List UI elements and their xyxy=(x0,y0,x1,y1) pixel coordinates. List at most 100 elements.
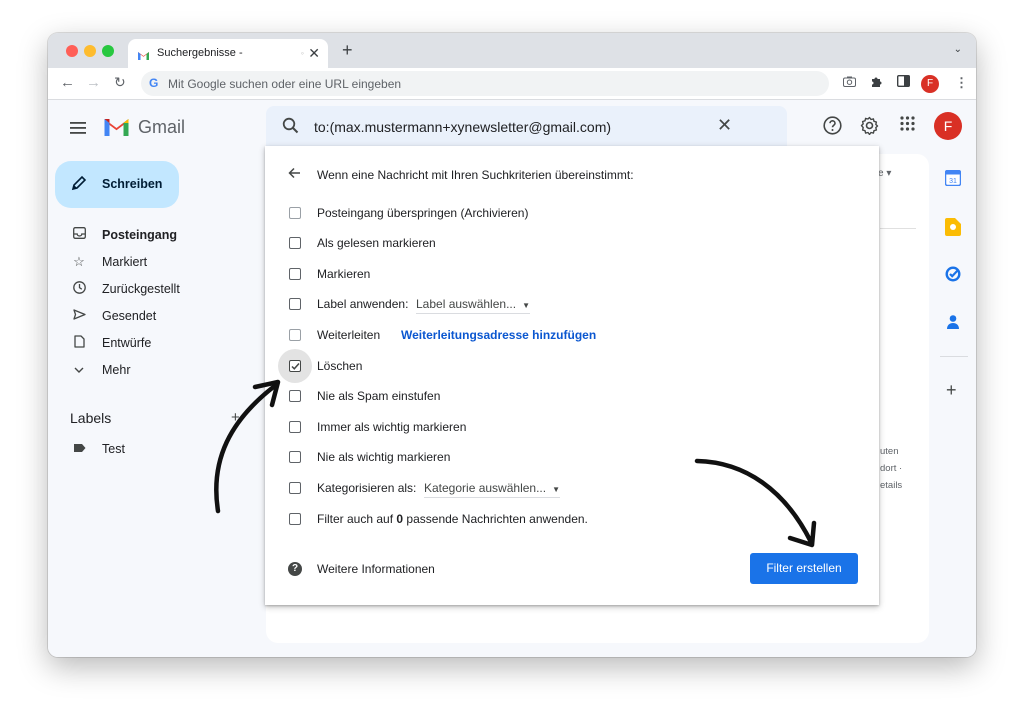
settings-gear-icon[interactable] xyxy=(860,116,879,140)
nav-item-more[interactable]: Mehr xyxy=(48,358,258,384)
tasks-icon[interactable] xyxy=(945,266,961,287)
search-input[interactable]: to:(max.mustermann+xynewsletter@gmail.co… xyxy=(314,119,611,135)
draft-icon xyxy=(71,335,87,351)
tab-close-icon[interactable]: ✕ xyxy=(308,45,320,62)
label-select[interactable]: Label auswählen... ▼ xyxy=(416,297,530,314)
nav-item-sent[interactable]: Gesendet xyxy=(48,304,258,330)
inbox-icon xyxy=(71,227,87,243)
gmail-wordmark: Gmail xyxy=(138,117,186,137)
option-always-important: Immer als wichtig markieren xyxy=(265,415,865,439)
label-item-test[interactable]: Test xyxy=(48,437,258,463)
add-addon-icon[interactable]: + xyxy=(946,381,957,399)
background-snippet: dort · xyxy=(880,463,903,474)
always-important-checkbox[interactable] xyxy=(289,421,301,433)
help-question-icon[interactable]: ? xyxy=(288,562,302,576)
option-label: Als gelesen markieren xyxy=(317,236,436,250)
mute-icon: ◦ xyxy=(300,48,304,58)
extensions-icon[interactable] xyxy=(870,75,883,91)
apply-existing-checkbox[interactable] xyxy=(289,513,301,525)
camera-icon[interactable] xyxy=(843,75,856,90)
add-forwarding-address-link[interactable]: Weiterleitungsadresse hinzufügen xyxy=(401,328,596,342)
tab-search-chevron-icon[interactable]: ⌄ xyxy=(954,44,962,55)
star-checkbox[interactable] xyxy=(289,268,301,280)
create-filter-button[interactable]: Filter erstellen xyxy=(750,553,858,584)
apply-existing-prefix: Filter auch auf xyxy=(317,512,394,526)
nav-item-drafts[interactable]: Entwürfe xyxy=(48,331,258,357)
gmail-logo-icon[interactable] xyxy=(103,116,130,141)
option-star: Markieren xyxy=(265,262,865,286)
browser-toolbar: ← → ↻ G Mit Google suchen oder eine URL … xyxy=(48,68,976,100)
more-info-link[interactable]: Weitere Informationen xyxy=(317,562,435,576)
option-label: Kategorisieren als: xyxy=(317,481,417,495)
mark-read-checkbox[interactable] xyxy=(289,237,301,249)
filter-dialog: Wenn eine Nachricht mit Ihren Suchkriter… xyxy=(265,146,879,605)
apps-grid-icon[interactable] xyxy=(900,116,915,136)
category-select-value: Kategorie auswählen... xyxy=(424,481,547,495)
nav-item-snoozed[interactable]: Zurückgestellt xyxy=(48,277,258,303)
browser-menu-icon[interactable]: ⋮ xyxy=(955,75,968,91)
new-tab-button[interactable]: + xyxy=(342,40,353,61)
tab-gmail[interactable]: Suchergebnisse - ◦ ✕ xyxy=(128,39,328,68)
add-label-icon[interactable]: + xyxy=(231,409,240,426)
back-icon[interactable]: ← xyxy=(60,74,75,91)
account-avatar[interactable]: F xyxy=(934,112,962,140)
filter-dialog-title: Wenn eine Nachricht mit Ihren Suchkriter… xyxy=(317,168,634,182)
help-support-icon[interactable] xyxy=(823,116,842,140)
label-select-value: Label auswählen... xyxy=(416,297,517,311)
option-label: Nie als wichtig markieren xyxy=(317,450,451,464)
compose-button[interactable]: Schreiben xyxy=(55,161,179,208)
google-icon: G xyxy=(149,76,159,90)
apply-existing-suffix: passende Nachrichten anwenden. xyxy=(406,512,588,526)
search-bar[interactable]: to:(max.mustermann+xynewsletter@gmail.co… xyxy=(266,106,787,148)
nav-label: Gesendet xyxy=(102,309,157,323)
delete-checkbox[interactable] xyxy=(289,360,301,372)
option-label: Nie als Spam einstufen xyxy=(317,389,441,403)
close-window-button[interactable] xyxy=(66,45,78,57)
nav-item-inbox[interactable]: Posteingang xyxy=(48,223,258,249)
maximize-window-button[interactable] xyxy=(102,45,114,57)
rail-divider xyxy=(940,356,968,357)
categorize-checkbox[interactable] xyxy=(289,482,301,494)
contacts-icon[interactable] xyxy=(945,314,961,335)
option-label: Filter auch auf 0 passende Nachrichten a… xyxy=(317,512,588,526)
never-spam-checkbox[interactable] xyxy=(289,390,301,402)
forward-icon[interactable]: → xyxy=(86,74,101,91)
option-apply-to-existing: Filter auch auf 0 passende Nachrichten a… xyxy=(265,507,865,531)
side-panel-icon[interactable] xyxy=(896,74,911,90)
calendar-icon[interactable]: 31 xyxy=(944,169,962,191)
pencil-icon xyxy=(71,175,87,196)
star-icon: ☆ xyxy=(73,254,85,269)
nav-label: Zurückgestellt xyxy=(102,282,180,296)
skip-inbox-checkbox[interactable] xyxy=(289,207,301,219)
background-snippet: etails xyxy=(880,480,903,491)
nav-label: Posteingang xyxy=(102,228,178,242)
keep-icon[interactable] xyxy=(945,218,961,241)
option-skip-inbox: Posteingang überspringen (Archivieren) xyxy=(265,201,865,225)
tab-title: Suchergebnisse - xyxy=(157,47,243,59)
forward-checkbox[interactable] xyxy=(289,329,301,341)
main-menu-icon[interactable] xyxy=(70,121,86,139)
option-never-important: Nie als wichtig markieren xyxy=(265,445,865,469)
nav-item-starred[interactable]: ☆ Markiert xyxy=(48,250,258,276)
compose-label: Schreiben xyxy=(102,177,163,191)
matching-count: 0 xyxy=(396,512,404,526)
browser-profile-avatar[interactable]: F xyxy=(921,75,939,93)
background-dropdown-caret-icon: e ▾ xyxy=(878,168,892,179)
address-bar[interactable]: G Mit Google suchen oder eine URL eingeb… xyxy=(141,71,829,96)
label-icon xyxy=(71,441,87,457)
never-important-checkbox[interactable] xyxy=(289,451,301,463)
reload-icon[interactable]: ↻ xyxy=(114,74,126,91)
clear-search-icon[interactable]: ✕ xyxy=(717,115,732,136)
gmail-favicon-icon xyxy=(137,47,150,65)
minimize-window-button[interactable] xyxy=(84,45,96,57)
dropdown-caret-icon: ▼ xyxy=(522,301,530,310)
back-arrow-icon[interactable] xyxy=(288,166,301,184)
svg-text:31: 31 xyxy=(949,178,957,185)
option-apply-label: Label anwenden: Label auswählen... ▼ xyxy=(265,292,865,316)
labels-heading: Labels xyxy=(70,410,112,426)
option-label: Markieren xyxy=(317,267,371,281)
tab-strip: Suchergebnisse - ◦ ✕ + ⌄ xyxy=(48,33,976,68)
category-select[interactable]: Kategorie auswählen... ▼ xyxy=(424,481,561,498)
apply-label-checkbox[interactable] xyxy=(289,298,301,310)
search-icon[interactable] xyxy=(282,117,299,139)
